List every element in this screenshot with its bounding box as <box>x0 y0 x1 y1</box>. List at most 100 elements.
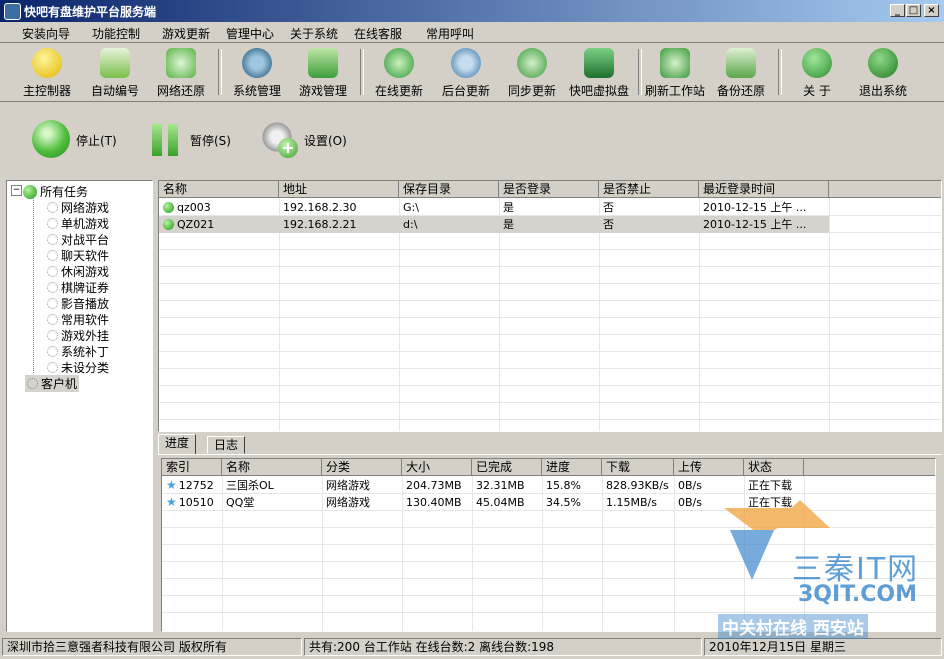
menu-install-wizard[interactable]: 安装向导 <box>22 25 70 42</box>
tree-item-game-plugins[interactable]: 游戏外挂 <box>47 327 109 344</box>
column-header[interactable]: 分类 <box>322 459 402 476</box>
grid-line <box>159 351 941 352</box>
watermark-tagline: 中关村在线 西安站 <box>718 614 868 639</box>
maximize-button[interactable]: □ <box>906 4 921 17</box>
star-icon: ★ <box>166 495 177 509</box>
tab-progress[interactable]: 进度 <box>158 434 197 454</box>
auto-number-button[interactable]: 自动编号 <box>80 45 150 99</box>
column-header[interactable]: 已完成 <box>472 459 542 476</box>
window-title: 快吧有盘维护平台服务端 <box>24 5 157 19</box>
backup-restore-button[interactable]: 备份还原 <box>706 45 776 99</box>
menu-common-call[interactable]: 常用呼叫 <box>426 25 474 42</box>
tab-log[interactable]: 日志 <box>207 436 246 454</box>
column-header[interactable]: 最近登录时间 <box>699 181 829 198</box>
pause-button[interactable]: 暂停(S) <box>148 120 248 160</box>
row-cell: 2010-12-15 上午 ... <box>703 218 807 231</box>
tree-item-online-games[interactable]: 网络游戏 <box>47 199 109 216</box>
client-list[interactable]: 名称 地址 保存目录 是否登录 是否禁止 最近登录时间 qz003 192.16… <box>158 180 942 432</box>
row-cell: 0B/s <box>678 479 702 492</box>
row-cell: 192.168.2.21 <box>283 218 357 231</box>
exit-system-button[interactable]: 退出系统 <box>848 45 918 99</box>
toolbar-label: 自动编号 <box>90 84 139 98</box>
row-cell: 三国杀OL <box>226 479 274 492</box>
sync-icon <box>517 48 547 78</box>
tree-item-system-patches[interactable]: 系统补丁 <box>47 343 109 360</box>
game-management-button[interactable]: 游戏管理 <box>288 45 358 99</box>
column-header[interactable]: 保存目录 <box>399 181 499 198</box>
online-update-button[interactable]: 在线更新 <box>364 45 434 99</box>
column-header[interactable]: 下载 <box>602 459 674 476</box>
info-icon <box>802 48 832 78</box>
refresh-workstation-button[interactable]: 刷新工作站 <box>640 45 710 99</box>
background-update-button[interactable]: 后台更新 <box>431 45 501 99</box>
about-button[interactable]: 关 于 <box>782 45 852 99</box>
row-cell: 0B/s <box>678 496 702 509</box>
watermark-logo-shape <box>770 500 830 528</box>
pause-label: 暂停(S) <box>190 134 231 148</box>
minimize-button[interactable]: _ <box>890 4 905 17</box>
watermark: 三秦IT网 3QIT.COM 中关村在线 西安站 <box>700 486 940 639</box>
tree-item-label: 客户机 <box>41 377 78 391</box>
row-name-cell: qz003 <box>159 199 279 216</box>
menu-management-center[interactable]: 管理中心 <box>226 25 274 42</box>
row-name-cell: QZ021 <box>159 216 279 233</box>
row-cell: 130.40MB <box>406 496 462 509</box>
tree-item-casual-games[interactable]: 休闲游戏 <box>47 263 109 280</box>
column-header[interactable]: 是否禁止 <box>599 181 699 198</box>
column-header[interactable]: 名称 <box>159 181 279 198</box>
column-header[interactable]: 大小 <box>402 459 472 476</box>
tab-panel-edge <box>158 454 942 455</box>
pause-icon-bar <box>168 124 178 156</box>
tree-item-label: 影音播放 <box>61 297 110 311</box>
title-bar[interactable]: 快吧有盘维护平台服务端 _ □ × <box>0 0 944 22</box>
column-header[interactable]: 上传 <box>674 459 744 476</box>
column-header[interactable]: 是否登录 <box>499 181 599 198</box>
system-management-button[interactable]: 系统管理 <box>222 45 292 99</box>
column-header[interactable]: 索引 <box>162 459 222 476</box>
row-cell: G:\ <box>403 201 419 214</box>
row-cell: 否 <box>603 218 614 231</box>
column-header[interactable]: 进度 <box>542 459 602 476</box>
toolbar-label: 备份还原 <box>716 84 765 98</box>
tree-item-uncategorized[interactable]: 未设分类 <box>47 359 109 376</box>
tree-item-battle-platform[interactable]: 对战平台 <box>47 231 109 248</box>
collapse-toggle[interactable]: − <box>11 185 22 196</box>
tree-item-media-player[interactable]: 影音播放 <box>47 295 109 312</box>
network-restore-button[interactable]: 网络还原 <box>146 45 216 99</box>
column-header[interactable]: 地址 <box>279 181 399 198</box>
row-cell: QQ堂 <box>226 496 255 509</box>
star-icon: ★ <box>166 478 177 492</box>
menu-bar: 安装向导 功能控制 游戏更新 管理中心 关于系统 在线客服 常用呼叫 <box>0 22 944 43</box>
menu-game-update[interactable]: 游戏更新 <box>162 25 210 42</box>
column-header[interactable]: 状态 <box>744 459 804 476</box>
tree-root-label: 所有任务 <box>40 185 89 199</box>
virtual-disk-button[interactable]: 快吧虚拟盘 <box>564 45 634 99</box>
copyright-text: 深圳市拾三意强者科技有限公司 版权所有 <box>2 638 302 656</box>
tree-item-chess-stocks[interactable]: 棋牌证券 <box>47 279 109 296</box>
tree-item-label: 游戏外挂 <box>61 329 110 343</box>
online-status-icon <box>163 219 174 230</box>
watermark-logo-shape <box>730 530 774 580</box>
tree-item-common-software[interactable]: 常用软件 <box>47 311 109 328</box>
refresh-workstation-icon <box>660 48 690 78</box>
tree-item-chat-software[interactable]: 聊天软件 <box>47 247 109 264</box>
close-button[interactable]: × <box>924 4 939 17</box>
column-header[interactable]: 名称 <box>222 459 322 476</box>
menu-about-system[interactable]: 关于系统 <box>290 25 338 42</box>
settings-button[interactable]: + 设置(O) <box>258 118 358 162</box>
menu-function-control[interactable]: 功能控制 <box>92 25 140 42</box>
menu-online-support[interactable]: 在线客服 <box>354 25 402 42</box>
toolbar-label: 游戏管理 <box>298 84 347 98</box>
tree-item-client[interactable]: 客户机 <box>25 375 80 392</box>
task-tree[interactable]: − 所有任务 网络游戏 单机游戏 对战平台 聊天软件 休闲游戏 棋牌证券 影音播… <box>6 180 153 632</box>
toolbar-label: 主控制器 <box>22 84 71 98</box>
main-controller-button[interactable]: 主控制器 <box>12 45 82 99</box>
tree-root[interactable]: 所有任务 <box>23 183 88 200</box>
toolbar-label: 网络还原 <box>156 84 205 98</box>
tree-item-single-games[interactable]: 单机游戏 <box>47 215 109 232</box>
stop-button[interactable]: 停止(T) <box>28 120 128 160</box>
backup-icon <box>726 48 756 78</box>
sync-update-button[interactable]: 同步更新 <box>497 45 567 99</box>
row-cell: 32.31MB <box>476 479 525 492</box>
column-header-filler <box>829 181 941 198</box>
